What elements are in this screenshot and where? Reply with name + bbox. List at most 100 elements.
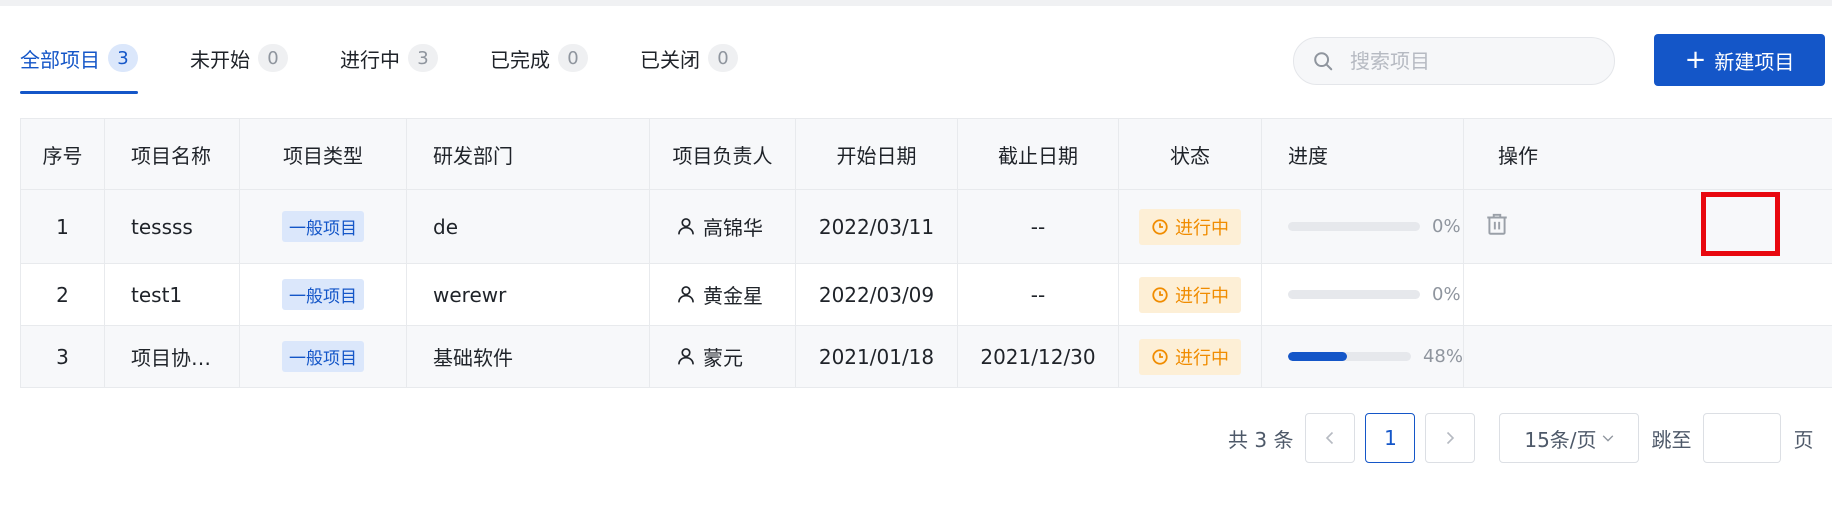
pagination: 共 3 条 1 15条/页 跳至 页 bbox=[1228, 413, 1813, 463]
tab-count: 0 bbox=[258, 44, 288, 72]
clock-icon bbox=[1152, 218, 1168, 235]
row-end: 2021/12/30 bbox=[957, 325, 1119, 388]
progress-text: 0% bbox=[1432, 284, 1461, 305]
header-end: 截止日期 bbox=[957, 118, 1119, 190]
header-index: 序号 bbox=[20, 118, 105, 190]
owner: 高锦华 bbox=[676, 212, 763, 241]
jump-page-input[interactable] bbox=[1703, 413, 1782, 463]
status-text: 进行中 bbox=[1175, 347, 1229, 369]
header-progress: 进度 bbox=[1261, 118, 1464, 190]
status-badge: 进行中 bbox=[1139, 208, 1241, 245]
progress: 0% bbox=[1262, 216, 1463, 237]
tab-label: 已关闭 bbox=[640, 47, 700, 72]
tab-count: 3 bbox=[408, 44, 438, 72]
owner-name: 黄金星 bbox=[703, 283, 763, 308]
row-index: 2 bbox=[20, 263, 105, 326]
new-project-button[interactable]: + 新建项目 bbox=[1654, 34, 1825, 86]
search-icon bbox=[1312, 50, 1334, 72]
trash-icon[interactable] bbox=[1484, 211, 1510, 237]
plus-icon: + bbox=[1684, 45, 1707, 75]
page-button-current[interactable]: 1 bbox=[1365, 413, 1416, 463]
row-start: 2021/01/18 bbox=[795, 325, 958, 388]
highlight-box bbox=[1701, 192, 1780, 256]
header-type: 项目类型 bbox=[239, 118, 407, 190]
table-row[interactable]: 2 test1 一般项目 werewr 黄金星 2022/03/09 -- 进行… bbox=[20, 263, 1832, 326]
row-actions bbox=[1463, 263, 1832, 326]
chevron-right-icon bbox=[1447, 431, 1455, 445]
progress-bar bbox=[1288, 290, 1420, 299]
chevron-down-icon bbox=[1602, 435, 1613, 442]
page-size-select[interactable]: 15条/页 bbox=[1499, 413, 1640, 463]
type-tag: 一般项目 bbox=[282, 341, 364, 372]
page-suffix: 页 bbox=[1793, 427, 1814, 452]
owner: 蒙元 bbox=[676, 342, 743, 371]
tab-count: 0 bbox=[708, 44, 738, 72]
user-icon bbox=[678, 348, 694, 365]
status-badge: 进行中 bbox=[1139, 276, 1241, 313]
type-tag: 一般项目 bbox=[282, 211, 364, 242]
tab-all[interactable]: 全部项目 3 bbox=[20, 40, 138, 94]
user-icon bbox=[678, 218, 694, 235]
progress-text: 0% bbox=[1432, 216, 1461, 237]
tab-label: 已完成 bbox=[490, 47, 550, 72]
row-actions bbox=[1463, 325, 1832, 388]
header-status: 状态 bbox=[1118, 118, 1262, 190]
page-size-value: 15条/页 bbox=[1524, 427, 1597, 452]
row-end: -- bbox=[957, 189, 1119, 264]
header-name: 项目名称 bbox=[104, 118, 240, 190]
status-badge: 进行中 bbox=[1139, 338, 1241, 375]
progress-bar bbox=[1288, 222, 1420, 231]
tab-count: 0 bbox=[558, 44, 588, 72]
clock-icon bbox=[1152, 348, 1168, 365]
header-owner: 项目负责人 bbox=[649, 118, 796, 190]
progress-text: 48% bbox=[1422, 346, 1463, 367]
owner: 黄金星 bbox=[676, 280, 763, 309]
progress: 48% bbox=[1262, 346, 1463, 367]
row-end: -- bbox=[957, 263, 1119, 326]
tab-in-progress[interactable]: 进行中 3 bbox=[340, 40, 438, 76]
next-page-button[interactable] bbox=[1425, 413, 1476, 463]
new-project-label: 新建项目 bbox=[1714, 49, 1795, 74]
tab-count: 3 bbox=[108, 44, 138, 72]
status-text: 进行中 bbox=[1175, 285, 1229, 307]
row-name[interactable]: 项目协… bbox=[104, 325, 240, 388]
search-input[interactable] bbox=[1348, 48, 1592, 74]
row-name[interactable]: tessss bbox=[104, 189, 240, 264]
tab-label: 进行中 bbox=[340, 47, 400, 72]
owner-name: 蒙元 bbox=[703, 345, 743, 370]
row-index: 3 bbox=[20, 325, 105, 388]
row-name[interactable]: test1 bbox=[104, 263, 240, 326]
tab-label: 全部项目 bbox=[20, 47, 100, 72]
prev-page-button[interactable] bbox=[1305, 413, 1356, 463]
tab-closed[interactable]: 已关闭 0 bbox=[640, 40, 738, 76]
row-start: 2022/03/09 bbox=[795, 263, 958, 326]
row-index: 1 bbox=[20, 189, 105, 264]
type-tag: 一般项目 bbox=[282, 279, 364, 310]
header-actions: 操作 bbox=[1463, 118, 1832, 190]
progress-fill bbox=[1288, 352, 1348, 361]
total-count: 共 3 条 bbox=[1228, 427, 1294, 452]
status-tabs: 全部项目 3 未开始 0 进行中 3 已完成 0 已关闭 0 bbox=[20, 40, 790, 96]
top-bar bbox=[0, 0, 1832, 6]
row-start: 2022/03/11 bbox=[795, 189, 958, 264]
row-dept: werewr bbox=[406, 263, 650, 326]
progress-bar bbox=[1288, 352, 1411, 361]
header-dept: 研发部门 bbox=[406, 118, 650, 190]
tab-label: 未开始 bbox=[190, 47, 250, 72]
header-start: 开始日期 bbox=[795, 118, 958, 190]
table-header-row: 序号 项目名称 项目类型 研发部门 项目负责人 开始日期 截止日期 状态 进度 … bbox=[20, 118, 1832, 190]
search-box[interactable] bbox=[1293, 37, 1615, 85]
jump-label: 跳至 bbox=[1651, 427, 1692, 452]
row-dept: 基础软件 bbox=[406, 325, 650, 388]
tab-not-started[interactable]: 未开始 0 bbox=[190, 40, 288, 76]
table-row[interactable]: 3 项目协… 一般项目 基础软件 蒙元 2021/01/18 2021/12/3… bbox=[20, 325, 1832, 388]
status-text: 进行中 bbox=[1175, 217, 1229, 239]
user-icon bbox=[678, 286, 694, 303]
tab-completed[interactable]: 已完成 0 bbox=[490, 40, 588, 76]
table-row[interactable]: 1 tessss 一般项目 de 高锦华 2022/03/11 -- 进行中 0… bbox=[20, 189, 1832, 264]
project-table: 序号 项目名称 项目类型 研发部门 项目负责人 开始日期 截止日期 状态 进度 … bbox=[20, 118, 1832, 388]
owner-name: 高锦华 bbox=[703, 215, 763, 240]
progress: 0% bbox=[1262, 284, 1463, 305]
row-dept: de bbox=[406, 189, 650, 264]
chevron-left-icon bbox=[1326, 431, 1334, 445]
